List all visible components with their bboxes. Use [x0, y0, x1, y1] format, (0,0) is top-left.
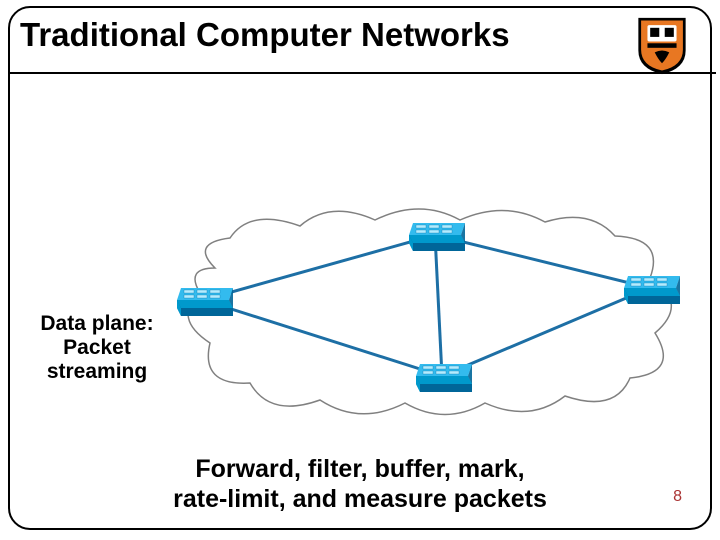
page-number: 8: [673, 488, 682, 506]
label-line: Packet: [22, 336, 172, 360]
bottom-caption: Forward, filter, buffer, mark, rate-limi…: [10, 454, 710, 514]
label-line: streaming: [22, 360, 172, 384]
slide-title: Traditional Computer Networks: [20, 16, 510, 54]
label-line: Data plane:: [22, 312, 172, 336]
network-diagram: [160, 208, 680, 438]
switch-icon: [416, 364, 472, 392]
caption-line: rate-limit, and measure packets: [10, 484, 710, 514]
switch-icon: [624, 276, 680, 304]
caption-line: Forward, filter, buffer, mark,: [10, 454, 710, 484]
network-links: [203, 235, 650, 376]
data-plane-label: Data plane: Packet streaming: [22, 312, 172, 384]
switch-icon: [177, 288, 233, 316]
switch-icon: [409, 223, 465, 251]
slide-frame: Traditional Computer Networks: [8, 6, 712, 530]
title-divider: [8, 72, 716, 74]
princeton-logo: [632, 16, 692, 76]
